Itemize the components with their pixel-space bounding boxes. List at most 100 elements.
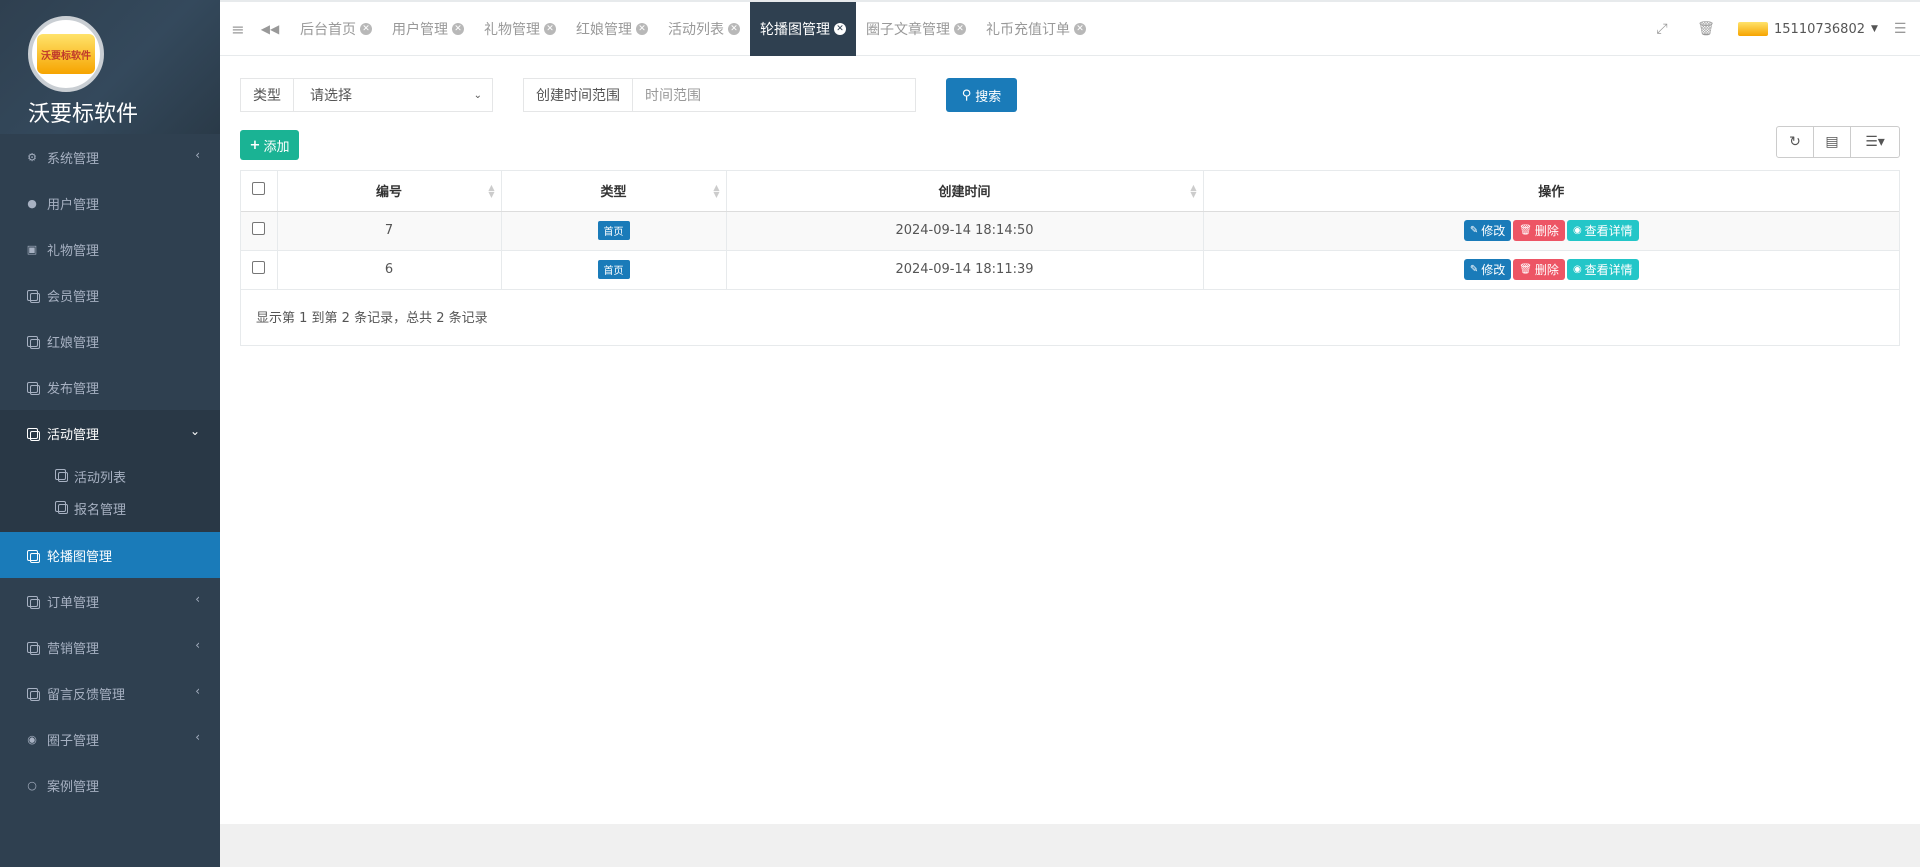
sidebar-item-carousel[interactable]: 轮播图管理 bbox=[0, 532, 220, 578]
sidebar-item-label: 系统管理 bbox=[47, 151, 100, 167]
row-checkbox[interactable] bbox=[252, 222, 266, 235]
delete-button[interactable]: 🗑 删除 bbox=[1513, 259, 1565, 280]
select-all-checkbox[interactable] bbox=[252, 182, 266, 196]
column-label: 类型 bbox=[600, 185, 627, 201]
sidebar-subitem-activity-list[interactable]: 活动列表 bbox=[0, 460, 220, 492]
user-menu[interactable]: 15110736802 ▼ bbox=[1738, 22, 1878, 37]
close-icon[interactable]: ✕ bbox=[1074, 23, 1086, 35]
view-details-button[interactable]: ◉ 查看详情 bbox=[1566, 259, 1639, 280]
sidebar-subitem-registrations[interactable]: 报名管理 bbox=[0, 492, 220, 524]
time-filter: 创建时间范围 时间范围 bbox=[523, 78, 916, 112]
tab-coin-orders[interactable]: 礼币充值订单 ✕ bbox=[976, 2, 1096, 56]
tab-carousel[interactable]: 轮播图管理 ✕ bbox=[750, 2, 856, 56]
edit-button[interactable]: ✎ 修改 bbox=[1463, 259, 1512, 280]
sidebar-item-system[interactable]: ⚙ 系统管理 ‹ bbox=[0, 134, 220, 180]
type-filter: 类型 请选择 ⌄ bbox=[240, 78, 493, 112]
chevron-left-icon: ‹ bbox=[195, 730, 200, 744]
column-label: 操作 bbox=[1538, 185, 1565, 201]
pencil-icon: ✎ bbox=[1469, 225, 1479, 236]
sidebar-item-users[interactable]: ● 用户管理 bbox=[0, 180, 220, 226]
copy-icon bbox=[25, 288, 40, 303]
edit-button[interactable]: ✎ 修改 bbox=[1463, 220, 1512, 241]
chevron-down-icon: ⌄ bbox=[189, 424, 200, 438]
table-row: 6 首页 2024-09-14 18:11:39 ✎ 修改 🗑 删除 ◉ 查看详情 bbox=[241, 250, 1899, 290]
sidebar-item-gifts[interactable]: ▣ 礼物管理 bbox=[0, 226, 220, 272]
sidebar-item-label: 礼物管理 bbox=[47, 243, 100, 259]
chevron-left-icon: ‹ bbox=[195, 638, 200, 652]
search-icon: ⚲ bbox=[961, 87, 972, 103]
tab-activity-list[interactable]: 活动列表 ✕ bbox=[658, 2, 750, 56]
chevron-left-icon: ‹ bbox=[195, 592, 200, 606]
brand-title: 沃要标软件 bbox=[28, 102, 139, 127]
tab-gifts[interactable]: 礼物管理 ✕ bbox=[474, 2, 566, 56]
settings-menu-icon[interactable]: ☰ bbox=[1894, 21, 1907, 37]
toggle-view-icon[interactable]: ▤ bbox=[1814, 127, 1851, 157]
close-icon[interactable]: ✕ bbox=[544, 23, 556, 35]
brand-logo: 沃要标软件 bbox=[28, 16, 104, 92]
sidebar-item-activities[interactable]: 活动管理 ⌄ bbox=[0, 410, 220, 456]
column-header-actions: 操作 bbox=[1203, 171, 1899, 212]
table-tools: ↻ ▤ ☰▾ bbox=[1776, 126, 1900, 158]
globe-icon: ◉ bbox=[27, 732, 37, 746]
sidebar-item-circles[interactable]: ◉ 圈子管理 ‹ bbox=[0, 716, 220, 762]
sidebar-item-label: 会员管理 bbox=[47, 289, 100, 305]
tab-users[interactable]: 用户管理 ✕ bbox=[382, 2, 474, 56]
add-button[interactable]: + 添加 bbox=[240, 130, 299, 160]
plus-icon: + bbox=[249, 137, 261, 153]
sidebar-item-cases[interactable]: ○ 案例管理 bbox=[0, 762, 220, 808]
tab-label: 礼币充值订单 bbox=[986, 22, 1070, 38]
view-details-button[interactable]: ◉ 查看详情 bbox=[1566, 220, 1639, 241]
topbar: ≡ ◀◀ 后台首页 ✕ 用户管理 ✕ 礼物管理 ✕ 红娘管理 ✕ 活动列表 ✕ 轮播图管理… bbox=[220, 0, 1920, 56]
fullscreen-icon[interactable]: ⤢ bbox=[1650, 21, 1674, 37]
menu-toggle-icon[interactable]: ≡ bbox=[226, 2, 250, 56]
add-button-label: 添加 bbox=[263, 139, 290, 155]
close-icon[interactable]: ✕ bbox=[360, 23, 372, 35]
sidebar-item-marketing[interactable]: 营销管理 ‹ bbox=[0, 624, 220, 670]
search-button[interactable]: ⚲ 搜索 bbox=[946, 78, 1017, 112]
sidebar-nav: ⚙ 系统管理 ‹ ● 用户管理 ▣ 礼物管理 会员管理 红娘管理 发布管理 活动… bbox=[0, 134, 220, 808]
pencil-icon: ✎ bbox=[1469, 264, 1479, 275]
copy-icon bbox=[55, 469, 68, 483]
columns-menu-icon[interactable]: ☰▾ bbox=[1851, 127, 1899, 157]
sidebar-item-label: 案例管理 bbox=[47, 779, 100, 795]
row-select-cell bbox=[241, 211, 278, 251]
chevron-down-icon: ⌄ bbox=[473, 89, 482, 101]
tab-label: 用户管理 bbox=[392, 22, 448, 38]
row-checkbox[interactable] bbox=[252, 261, 266, 274]
type-select-value: 请选择 bbox=[310, 88, 352, 104]
sidebar-item-publish[interactable]: 发布管理 bbox=[0, 364, 220, 410]
time-range-input[interactable]: 时间范围 bbox=[633, 79, 915, 111]
column-header-id[interactable]: 编号 ▲ ▼ bbox=[277, 171, 502, 212]
tab-matchmakers[interactable]: 红娘管理 ✕ bbox=[566, 2, 658, 56]
delete-button[interactable]: 🗑 删除 bbox=[1513, 220, 1565, 241]
sidebar-item-orders[interactable]: 订单管理 ‹ bbox=[0, 578, 220, 624]
circle-icon: ○ bbox=[27, 778, 37, 792]
type-select[interactable]: 请选择 ⌄ bbox=[294, 79, 492, 111]
sidebar-item-label: 订单管理 bbox=[47, 595, 100, 611]
close-icon[interactable]: ✕ bbox=[452, 23, 464, 35]
sidebar-item-members[interactable]: 会员管理 bbox=[0, 272, 220, 318]
sidebar-item-label: 圈子管理 bbox=[47, 733, 100, 749]
refresh-icon[interactable]: ↻ bbox=[1777, 127, 1814, 157]
close-icon[interactable]: ✕ bbox=[728, 23, 740, 35]
row-select-cell bbox=[241, 250, 278, 290]
data-table: 编号 ▲ ▼ 类型 ▲ ▼ 创建时间 ▲ ▼ 操作 7 首页 2024-09-14 18:1… bbox=[240, 170, 1900, 346]
header-actions: ⤢ 🗑 15110736802 ▼ ☰ bbox=[1650, 2, 1906, 56]
close-icon[interactable]: ✕ bbox=[834, 23, 846, 35]
tab-bar: 后台首页 ✕ 用户管理 ✕ 礼物管理 ✕ 红娘管理 ✕ 活动列表 ✕ 轮播图管理 ✕ 圈子文… bbox=[290, 2, 1096, 56]
tab-home[interactable]: 后台首页 ✕ bbox=[290, 2, 382, 56]
sidebar-item-label: 留言反馈管理 bbox=[47, 687, 126, 703]
close-icon[interactable]: ✕ bbox=[636, 23, 648, 35]
tabs-scroll-left-icon[interactable]: ◀◀ bbox=[256, 2, 284, 56]
sidebar-item-matchmakers[interactable]: 红娘管理 bbox=[0, 318, 220, 364]
tab-circle-articles[interactable]: 圈子文章管理 ✕ bbox=[856, 2, 976, 56]
type-badge: 首页 bbox=[597, 260, 630, 279]
cell-id: 7 bbox=[277, 211, 502, 251]
column-header-created[interactable]: 创建时间 ▲ ▼ bbox=[726, 171, 1204, 212]
trash-icon[interactable]: 🗑 bbox=[1694, 21, 1718, 37]
caret-down-icon: ▼ bbox=[1870, 24, 1878, 34]
close-icon[interactable]: ✕ bbox=[954, 23, 966, 35]
sidebar-item-feedback[interactable]: 留言反馈管理 ‹ bbox=[0, 670, 220, 716]
sort-icon: ▲ ▼ bbox=[713, 183, 720, 199]
column-header-type[interactable]: 类型 ▲ ▼ bbox=[501, 171, 727, 212]
